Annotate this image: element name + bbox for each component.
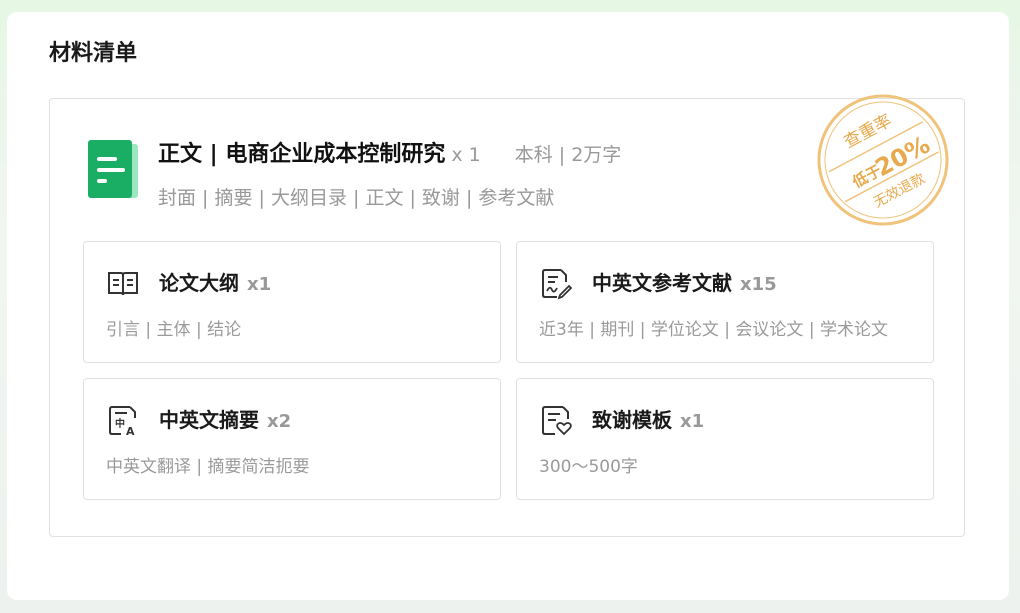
main-item-contents: 封面 | 摘要 | 大纲目录 | 正文 | 致谢 | 参考文献 xyxy=(158,187,555,209)
svg-text:A: A xyxy=(126,425,135,437)
document-icon xyxy=(88,140,138,198)
item-name: 中英文参考文献 xyxy=(592,271,732,295)
item-head: 论文大纲 x1 xyxy=(159,268,271,300)
item-desc: 引言 | 主体 | 结论 xyxy=(106,320,242,340)
main-item-spec: 本科 | 2万字 xyxy=(514,144,622,166)
item-desc: 中英文翻译 | 摘要简洁扼要 xyxy=(106,457,310,477)
translate-icon: 中 A xyxy=(109,406,136,437)
stamp-top-text: 查重率 xyxy=(841,111,895,153)
main-item-quantity: x 1 xyxy=(451,144,481,166)
item-quantity: x15 xyxy=(740,274,777,295)
item-card-outline: 论文大纲 x1 引言 | 主体 | 结论 xyxy=(83,241,501,363)
book-icon xyxy=(108,272,138,296)
item-quantity: x1 xyxy=(247,274,272,295)
item-quantity: x1 xyxy=(680,411,705,432)
stamp-value-text: 20% xyxy=(871,131,935,183)
item-card-abstract: 中 A 中英文摘要 x2 中英文翻译 | 摘要简洁扼要 xyxy=(83,378,501,500)
svg-text:中: 中 xyxy=(115,417,125,430)
item-name: 致谢模板 xyxy=(592,408,672,432)
item-head: 中英文摘要 x2 xyxy=(159,405,291,437)
section-title: 材料清单 xyxy=(49,41,138,66)
item-head: 致谢模板 x1 xyxy=(592,405,704,437)
item-name: 中英文摘要 xyxy=(159,408,259,432)
guarantee-stamp: 查重率 低于 20% 无效退款 xyxy=(817,94,949,226)
document-signature-icon xyxy=(542,269,573,300)
item-desc: 近3年 | 期刊 | 学位论文 | 会议论文 | 学术论文 xyxy=(539,320,888,340)
materials-card: 正文 | 电商企业成本控制研究 x 1 本科 | 2万字 封面 | 摘要 | 大纲目… xyxy=(49,94,965,537)
main-item-title: 正文 | 电商企业成本控制研究 x 1 本科 | 2万字 xyxy=(158,139,621,171)
heart-document-icon xyxy=(542,406,572,436)
item-desc: 300～500字 xyxy=(539,457,638,477)
item-quantity: x2 xyxy=(267,411,292,432)
item-head: 中英文参考文献 x15 xyxy=(592,268,777,300)
materials-panel: 材料清单 正文 | 电商企业成本控制研究 x 1 本科 | 2万字 封面 | 摘要 … xyxy=(7,12,1009,600)
main-item-name: 正文 | 电商企业成本控制研究 xyxy=(158,142,446,167)
item-card-acknowledgement: 致谢模板 x1 300～500字 xyxy=(516,378,934,500)
item-name: 论文大纲 xyxy=(159,271,239,295)
item-card-references: 中英文参考文献 x15 近3年 | 期刊 | 学位论文 | 会议论文 | 学术论文 xyxy=(516,241,934,363)
